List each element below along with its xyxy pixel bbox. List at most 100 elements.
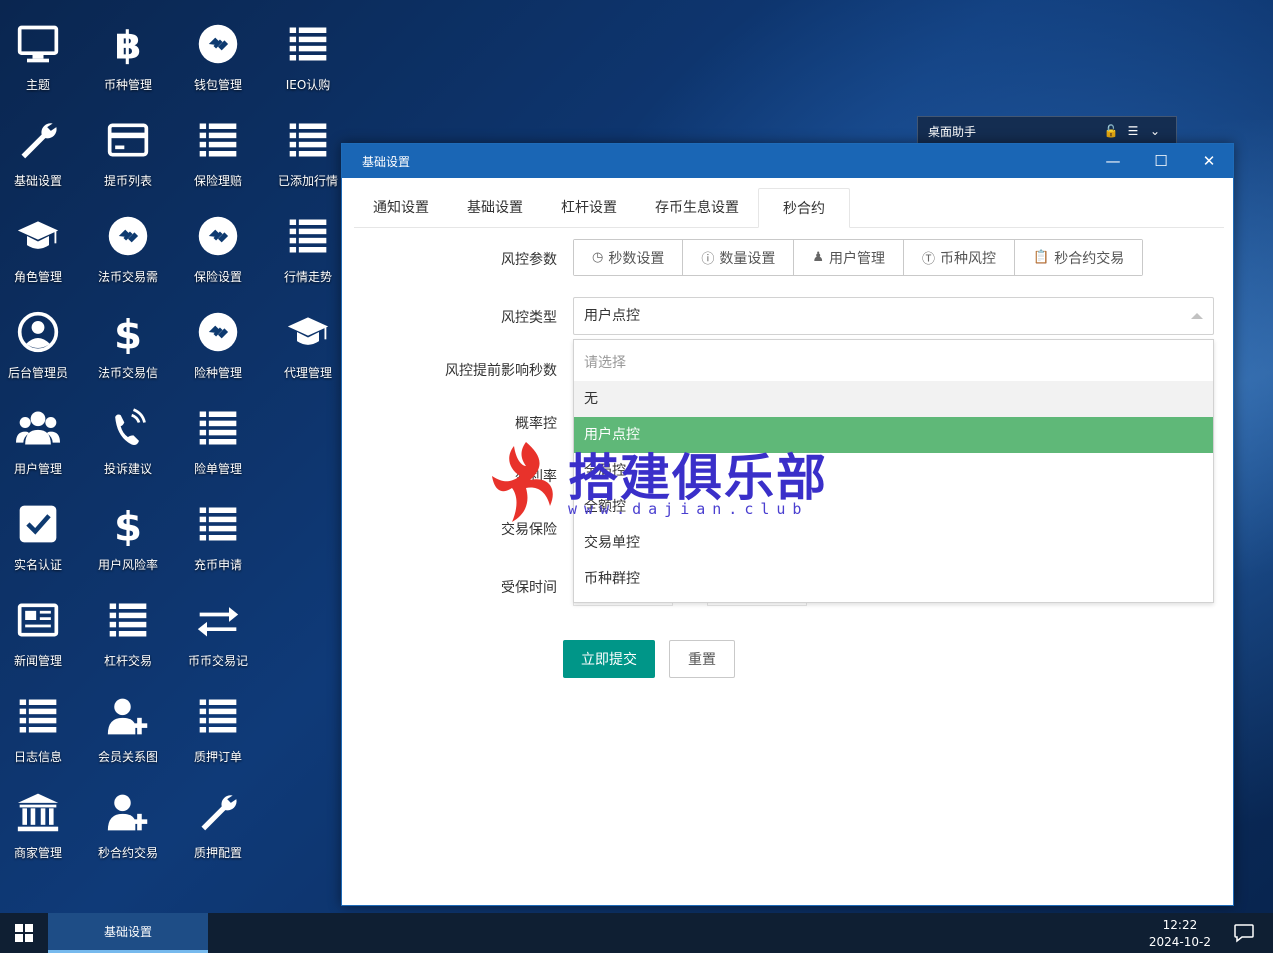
desktop-icon[interactable]: 新闻管理 <box>0 582 83 672</box>
lock-icon[interactable]: 🔓 <box>1100 124 1122 138</box>
insurance-label: 交易保险 <box>501 522 557 538</box>
chevron-down-icon[interactable]: ⌄ <box>1144 124 1166 138</box>
user-plus-icon <box>104 692 152 740</box>
user-icon: ♟ <box>812 250 825 265</box>
notification-icon[interactable] <box>1233 923 1255 943</box>
wrench-icon <box>194 788 242 836</box>
risk-params-label: 风控参数 <box>501 252 557 268</box>
desktop-icon-label: 实名认证 <box>13 558 62 572</box>
desktop-icon[interactable]: 险单管理 <box>173 390 263 480</box>
dropdown-option-placeholder[interactable]: 请选择 <box>574 345 1213 381</box>
desktop-icon[interactable]: 保险理赔 <box>173 102 263 192</box>
tab-leverage[interactable]: 杠杆设置 <box>542 188 636 228</box>
list-icon <box>284 212 332 260</box>
user-management-button[interactable]: ♟ 用户管理 <box>794 240 905 275</box>
desktop-icon[interactable]: 已添加行情 <box>263 102 353 192</box>
desktop-icon[interactable]: 质押订单 <box>173 678 263 768</box>
users-icon <box>14 404 62 452</box>
user-plus-icon <box>104 788 152 836</box>
desktop-icon-label: 行情走势 <box>283 270 332 284</box>
credit-card-icon <box>104 116 152 164</box>
desktop-icon[interactable]: 实名认证 <box>0 486 83 576</box>
desktop-icon[interactable]: 会员关系图 <box>83 678 173 768</box>
desktop-icon[interactable]: 法币交易需 <box>83 198 173 288</box>
desktop-icon[interactable]: 后台管理员 <box>0 294 83 384</box>
svg-text:$: $ <box>114 504 142 547</box>
dropdown-option-coin-group[interactable]: 币种群控 <box>574 561 1213 597</box>
dropdown-option-none[interactable]: 无 <box>574 381 1213 417</box>
desktop-icon[interactable]: 币币交易记 <box>173 582 263 672</box>
tab-notification[interactable]: 通知设置 <box>354 188 448 228</box>
desktop-icon[interactable]: 基础设置 <box>0 102 83 192</box>
clock-icon: ◷ <box>592 250 604 265</box>
desktop-icon[interactable]: 日志信息 <box>0 678 83 768</box>
desktop-icon[interactable]: 保险设置 <box>173 198 263 288</box>
desktop-icon[interactable]: 险种管理 <box>173 294 263 384</box>
maximize-icon[interactable]: ☐ <box>1137 144 1185 178</box>
window-title: 基础设置 <box>362 154 411 169</box>
desktop-icon[interactable]: 质押配置 <box>173 774 263 864</box>
submit-button[interactable]: 立即提交 <box>563 640 655 678</box>
desktop-icon-grid: 主题฿币种管理 钱包管理 IEO认购 基础设置 提币列表 保险理赔 已添加行情 角色管理 法币交… <box>0 0 360 910</box>
desktop-icon[interactable]: 投诉建议 <box>83 390 173 480</box>
bank-icon <box>14 788 62 836</box>
taskbar-clock[interactable]: 12:22 2024-10-2 <box>1149 917 1211 951</box>
desktop-icon-label: 日志信息 <box>13 750 62 764</box>
desktop-icon-label: 币种管理 <box>103 78 152 92</box>
desktop-icon[interactable]: $ 用户风险率 <box>83 486 173 576</box>
desktop-icon[interactable]: IEO认购 <box>263 6 353 96</box>
close-icon[interactable]: ✕ <box>1185 144 1233 178</box>
desktop-icon-label: 角色管理 <box>13 270 62 284</box>
desktop-icon[interactable]: ฿ 币种管理 <box>83 6 173 96</box>
phone-icon <box>104 404 152 452</box>
desktop-icon[interactable]: 主题 <box>0 6 83 96</box>
windows-logo-icon <box>15 924 33 942</box>
minimize-icon[interactable]: — <box>1089 144 1137 178</box>
graduation-cap-icon <box>14 212 62 260</box>
profit-label: 盈利率 <box>515 469 557 485</box>
desktop-icon-label: 质押订单 <box>193 750 242 764</box>
desktop-icon-label: 基础设置 <box>13 174 62 188</box>
tab-second-contract[interactable]: 秒合约 <box>758 188 850 228</box>
desktop-icon-label: 法币交易信 <box>97 366 158 380</box>
risk-type-select[interactable]: 用户点控 <box>573 297 1214 335</box>
desktop-icon-label: 秒合约交易 <box>97 846 158 860</box>
exchange-icon <box>194 596 242 644</box>
window-titlebar[interactable]: 基础设置 — ☐ ✕ <box>342 144 1233 178</box>
desktop-icon[interactable]: 秒合约交易 <box>83 774 173 864</box>
tab-basic[interactable]: 基础设置 <box>448 188 542 228</box>
desktop-icon[interactable]: 商家管理 <box>0 774 83 864</box>
desktop-icon[interactable]: 角色管理 <box>0 198 83 288</box>
quantity-settings-button[interactable]: ⓘ 数量设置 <box>683 240 795 275</box>
list-icon <box>284 116 332 164</box>
second-contract-trade-button[interactable]: 📋 秒合约交易 <box>1015 240 1143 275</box>
dropdown-option-global[interactable]: 全局控 <box>574 453 1213 489</box>
menu-icon[interactable]: ☰ <box>1122 124 1144 138</box>
caret-up-icon <box>1191 313 1203 319</box>
reset-button[interactable]: 重置 <box>669 640 735 678</box>
desktop-icon[interactable]: 充币申请 <box>173 486 263 576</box>
desktop-icon[interactable]: 提币列表 <box>83 102 173 192</box>
desktop-icon[interactable]: 杠杆交易 <box>83 582 173 672</box>
seconds-settings-button[interactable]: ◷ 秒数设置 <box>574 240 684 275</box>
coin-risk-button[interactable]: Ⓣ 币种风控 <box>904 240 1016 275</box>
desktop-icon[interactable]: 用户管理 <box>0 390 83 480</box>
taskbar-item-basic-settings[interactable]: 基础设置 <box>48 913 208 953</box>
desktop-icon-label: 主题 <box>25 78 50 92</box>
start-button[interactable] <box>0 913 48 953</box>
desktop-icon[interactable]: 行情走势 <box>263 198 353 288</box>
desktop-icon[interactable]: 代理管理 <box>263 294 353 384</box>
dropdown-option-single-trade[interactable]: 交易单控 <box>574 525 1213 561</box>
list-icon <box>14 692 62 740</box>
desktop-helper-widget[interactable]: 桌面助手 🔓 ☰ ⌄ <box>917 116 1177 146</box>
dropdown-option-full-amount[interactable]: 全额控 <box>574 489 1213 525</box>
tab-deposit-interest[interactable]: 存币生息设置 <box>636 188 758 228</box>
desktop-icon[interactable]: 钱包管理 <box>173 6 263 96</box>
desktop-icon-label: 用户风险率 <box>97 558 158 572</box>
desktop-icon[interactable]: $ 法币交易信 <box>83 294 173 384</box>
dropdown-option-user-point[interactable]: 用户点控 <box>574 417 1213 453</box>
list-icon <box>194 404 242 452</box>
graduation-cap-icon <box>284 308 332 356</box>
clock-date: 2024-10-2 <box>1148 935 1211 949</box>
coin-icon: Ⓣ <box>922 252 936 267</box>
